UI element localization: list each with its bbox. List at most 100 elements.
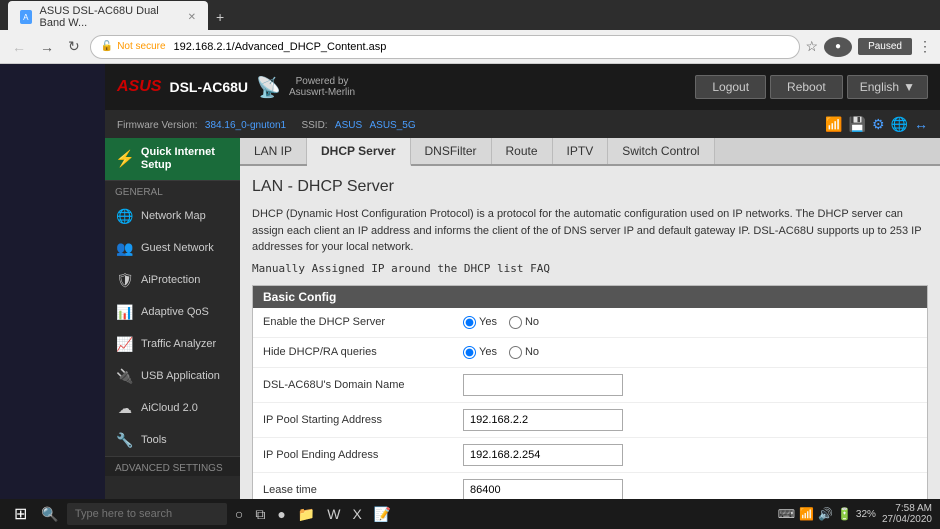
tabs-bar: LAN IP DHCP Server DNSFilter Route IPTV …	[240, 138, 940, 166]
refresh-button[interactable]: ↻	[64, 36, 84, 57]
content-inner: LAN - DHCP Server DHCP (Dynamic Host Con…	[240, 166, 940, 499]
manual-link-text: Manually Assigned IP around the DHCP lis…	[252, 262, 928, 275]
url-display: 192.168.2.1/Advanced_DHCP_Content.asp	[174, 41, 387, 53]
tab-close-button[interactable]: ✕	[188, 12, 196, 23]
taskbar-task-view-icon[interactable]: ⧉	[251, 504, 269, 525]
language-selector[interactable]: English ▼	[847, 75, 928, 99]
search-taskbar-icon: 🔍	[37, 504, 62, 525]
taskbar-clock: 7:58 AM 27/04/2020	[882, 503, 932, 525]
new-tab-button[interactable]: +	[208, 5, 232, 29]
basic-config-title: Basic Config	[253, 286, 927, 308]
tab-lan-ip[interactable]: LAN IP	[240, 138, 307, 164]
sidebar-item-traffic-analyzer[interactable]: 📈 Traffic Analyzer	[105, 328, 240, 360]
active-tab[interactable]: A ASUS DSL-AC68U Dual Band W... ✕	[8, 1, 208, 33]
ip-pool-end-input[interactable]	[463, 444, 623, 466]
system-tray-icons: ⌨ 📶 🔊 🔋 32%	[778, 507, 876, 521]
advanced-settings-section-label: Advanced Settings	[105, 456, 240, 476]
profile-avatar[interactable]: ●	[824, 37, 852, 57]
taskbar-excel-icon[interactable]: X	[348, 504, 365, 524]
tab-dhcp-server[interactable]: DHCP Server	[307, 138, 410, 166]
aicloud-label: AiCloud 2.0	[141, 402, 198, 414]
sidebar-item-aicloud[interactable]: ☁ AiCloud 2.0	[105, 392, 240, 424]
hide-dhcp-no[interactable]: No	[509, 346, 539, 359]
sync-icon: ↔	[914, 116, 928, 132]
taskbar-folder-icon[interactable]: 📁	[294, 504, 319, 525]
taskbar-search-input[interactable]	[67, 503, 227, 525]
hide-dhcp-no-radio[interactable]	[509, 346, 522, 359]
tab-dnsfilter[interactable]: DNSFilter	[411, 138, 492, 164]
logout-button[interactable]: Logout	[695, 75, 766, 99]
aicloud-icon: ☁	[115, 398, 135, 418]
form-row-hide-dhcp: Hide DHCP/RA queries Yes No	[253, 338, 927, 368]
tab-switch-control[interactable]: Switch Control	[608, 138, 714, 164]
domain-name-input[interactable]	[463, 374, 623, 396]
header-buttons: Logout Reboot English ▼	[695, 75, 928, 99]
traffic-analyzer-label: Traffic Analyzer	[141, 338, 216, 350]
firmware-version-link[interactable]: 384.16_0-gnuton1	[205, 120, 286, 131]
dropdown-arrow-icon: ▼	[903, 80, 915, 94]
status-icons: 📶 💾 ⚙ 🌐 ↔	[825, 116, 928, 133]
guest-network-icon: 👥	[115, 238, 135, 258]
ssid-1-link[interactable]: ASUS	[335, 120, 362, 131]
form-row-domain-name: DSL-AC68U's Domain Name	[253, 368, 927, 403]
network-map-label: Network Map	[141, 210, 206, 222]
hide-dhcp-yes[interactable]: Yes	[463, 346, 497, 359]
enable-dhcp-label: Enable the DHCP Server	[263, 316, 463, 328]
description-text: DHCP (Dynamic Host Configuration Protoco…	[252, 206, 928, 256]
reboot-button[interactable]: Reboot	[770, 75, 843, 99]
hide-dhcp-label: Hide DHCP/RA queries	[263, 346, 463, 358]
sidebar-item-usb-application[interactable]: 🔌 USB Application	[105, 360, 240, 392]
paused-button[interactable]: Paused	[858, 38, 912, 55]
tools-label: Tools	[141, 434, 167, 446]
ip-pool-start-input[interactable]	[463, 409, 623, 431]
sidebar-item-adaptive-qos[interactable]: 📊 Adaptive QoS	[105, 296, 240, 328]
bookmark-button[interactable]: ☆	[806, 38, 819, 55]
adaptive-qos-label: Adaptive QoS	[141, 306, 209, 318]
router-header: ASUS DSL-AC68U 📡 Powered by Asuswrt-Merl…	[105, 64, 940, 110]
quick-internet-setup-button[interactable]: ⚡ Quick InternetSetup	[105, 138, 240, 180]
powered-by-text: Powered by Asuswrt-Merlin	[289, 76, 355, 98]
enable-dhcp-yes-radio[interactable]	[463, 316, 476, 329]
volume-icon: 🔊	[818, 507, 833, 521]
taskbar-app3-icon[interactable]: 📝	[370, 504, 395, 525]
enable-dhcp-no[interactable]: No	[509, 316, 539, 329]
hide-dhcp-control: Yes No	[463, 346, 917, 359]
back-button[interactable]: ←	[8, 37, 30, 57]
router-model: DSL-AC68U	[169, 79, 248, 95]
router-ui: ASUS DSL-AC68U 📡 Powered by Asuswrt-Merl…	[105, 64, 940, 499]
quick-setup-label: Quick InternetSetup	[141, 146, 215, 172]
domain-name-control	[463, 374, 917, 396]
sidebar-item-network-map[interactable]: 🌐 Network Map	[105, 200, 240, 232]
address-bar[interactable]: 🔓 Not secure 192.168.2.1/Advanced_DHCP_C…	[90, 35, 800, 59]
internet-icon: 🌐	[891, 116, 908, 133]
taskbar-chrome-icon[interactable]: ●	[273, 504, 289, 524]
taskbar-cortana-icon[interactable]: ○	[231, 504, 247, 524]
ip-start-label: IP Pool Starting Address	[263, 414, 463, 426]
sidebar-item-aiprotection[interactable]: 🛡 AiProtection	[105, 264, 240, 296]
enable-dhcp-yes[interactable]: Yes	[463, 316, 497, 329]
firmware-info: Firmware Version: 384.16_0-gnuton1 SSID:…	[117, 117, 416, 131]
ip-end-control	[463, 444, 917, 466]
firmware-prefix: Firmware Version:	[117, 120, 198, 131]
tab-favicon: A	[20, 10, 32, 24]
sidebar-item-guest-network[interactable]: 👥 Guest Network	[105, 232, 240, 264]
ssid-prefix: SSID:	[301, 120, 327, 131]
adaptive-qos-icon: 📊	[115, 302, 135, 322]
hide-dhcp-yes-radio[interactable]	[463, 346, 476, 359]
wifi-icon: 📶	[825, 116, 842, 133]
tab-route[interactable]: Route	[492, 138, 553, 164]
tab-iptv[interactable]: IPTV	[553, 138, 609, 164]
taskbar-word-icon[interactable]: W	[323, 504, 344, 524]
traffic-analyzer-icon: 📈	[115, 334, 135, 354]
usb-application-label: USB Application	[141, 370, 220, 382]
browser-menu-button[interactable]: ⋮	[918, 38, 932, 55]
battery-icon: 🔋	[837, 507, 852, 521]
enable-dhcp-no-radio[interactable]	[509, 316, 522, 329]
form-row-enable-dhcp: Enable the DHCP Server Yes No	[253, 308, 927, 338]
forward-button[interactable]: →	[36, 37, 58, 57]
ip-end-label: IP Pool Ending Address	[263, 449, 463, 461]
ssid-2-link[interactable]: ASUS_5G	[370, 120, 416, 131]
sidebar-item-tools[interactable]: 🔧 Tools	[105, 424, 240, 456]
start-button[interactable]: ⊞	[8, 502, 33, 526]
lease-time-input[interactable]	[463, 479, 623, 500]
